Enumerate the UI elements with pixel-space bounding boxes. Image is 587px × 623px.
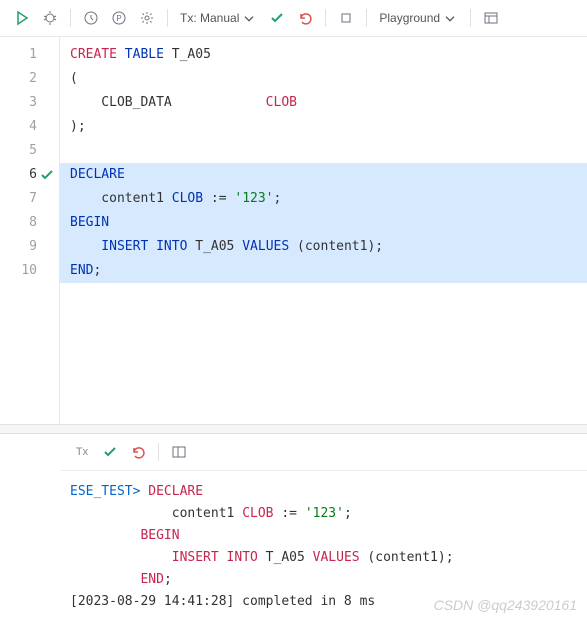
tx-mode-label: Tx: Manual bbox=[180, 11, 239, 25]
code-line bbox=[60, 139, 587, 163]
line-number: 3 bbox=[0, 91, 59, 115]
explain-plan-button[interactable]: P bbox=[107, 6, 131, 30]
code-line: BEGIN bbox=[60, 211, 587, 235]
line-number: 6 bbox=[0, 163, 59, 187]
line-number: 10 bbox=[0, 259, 59, 283]
code-line: content1 CLOB := '123'; bbox=[60, 187, 587, 211]
code-line: ); bbox=[60, 115, 587, 139]
commit-button[interactable] bbox=[265, 6, 289, 30]
editor-toolbar: P Tx: Manual Playground bbox=[0, 0, 587, 37]
toolbar-separator bbox=[366, 9, 367, 27]
history-button[interactable] bbox=[79, 6, 103, 30]
toolbar-separator bbox=[70, 9, 71, 27]
line-number: 7 bbox=[0, 187, 59, 211]
layout-button[interactable] bbox=[167, 440, 191, 464]
tx-icon[interactable]: Tx bbox=[70, 440, 94, 464]
stop-button[interactable] bbox=[334, 6, 358, 30]
output-line: INSERT INTO T_A05 VALUES (content1); bbox=[70, 547, 577, 569]
line-number: 9 bbox=[0, 235, 59, 259]
chevron-down-icon bbox=[241, 10, 257, 26]
line-number: 1 bbox=[0, 43, 59, 67]
line-number: 4 bbox=[0, 115, 59, 139]
line-number: 5 bbox=[0, 139, 59, 163]
toolbar-separator bbox=[167, 9, 168, 27]
toolbar-separator bbox=[470, 9, 471, 27]
output-rollback-button[interactable] bbox=[126, 440, 150, 464]
output-line: END; bbox=[70, 569, 577, 591]
code-line: CREATE TABLE T_A05 bbox=[60, 43, 587, 67]
line-number: 8 bbox=[0, 211, 59, 235]
toolbar-separator bbox=[158, 443, 159, 461]
output-line: [2023-08-29 14:41:28] completed in 8 ms bbox=[70, 591, 577, 613]
output-panel: ESE_TEST> DECLARE content1 CLOB := '123'… bbox=[0, 471, 587, 623]
code-line: DECLARE bbox=[60, 163, 587, 187]
pane-divider[interactable] bbox=[0, 424, 587, 434]
chevron-down-icon bbox=[442, 10, 458, 26]
code-editor[interactable]: 1 2 3 4 5 6 7 8 9 10 CREATE TABLE T_A05 … bbox=[0, 37, 587, 424]
playground-dropdown[interactable]: Playground bbox=[375, 10, 462, 26]
rollback-button[interactable] bbox=[293, 6, 317, 30]
view-mode-button[interactable] bbox=[479, 6, 503, 30]
code-line: ( bbox=[60, 67, 587, 91]
code-area[interactable]: CREATE TABLE T_A05 ( CLOB_DATA CLOB ); D… bbox=[60, 37, 587, 424]
code-line: INSERT INTO T_A05 VALUES (content1); bbox=[60, 235, 587, 259]
debug-button[interactable] bbox=[38, 6, 62, 30]
output-line: content1 CLOB := '123'; bbox=[70, 503, 577, 525]
code-line: END; bbox=[60, 259, 587, 283]
output-line: ESE_TEST> DECLARE bbox=[70, 481, 577, 503]
line-number: 2 bbox=[0, 67, 59, 91]
output-line: BEGIN bbox=[70, 525, 577, 547]
tx-mode-dropdown[interactable]: Tx: Manual bbox=[176, 10, 261, 26]
playground-label: Playground bbox=[379, 11, 440, 25]
output-commit-button[interactable] bbox=[98, 440, 122, 464]
editor-gutter: 1 2 3 4 5 6 7 8 9 10 bbox=[0, 37, 60, 424]
svg-text:P: P bbox=[116, 14, 121, 23]
run-button[interactable] bbox=[10, 6, 34, 30]
code-line: CLOB_DATA CLOB bbox=[60, 91, 587, 115]
settings-button[interactable] bbox=[135, 6, 159, 30]
toolbar-separator bbox=[325, 9, 326, 27]
output-toolbar: Tx bbox=[60, 434, 587, 471]
